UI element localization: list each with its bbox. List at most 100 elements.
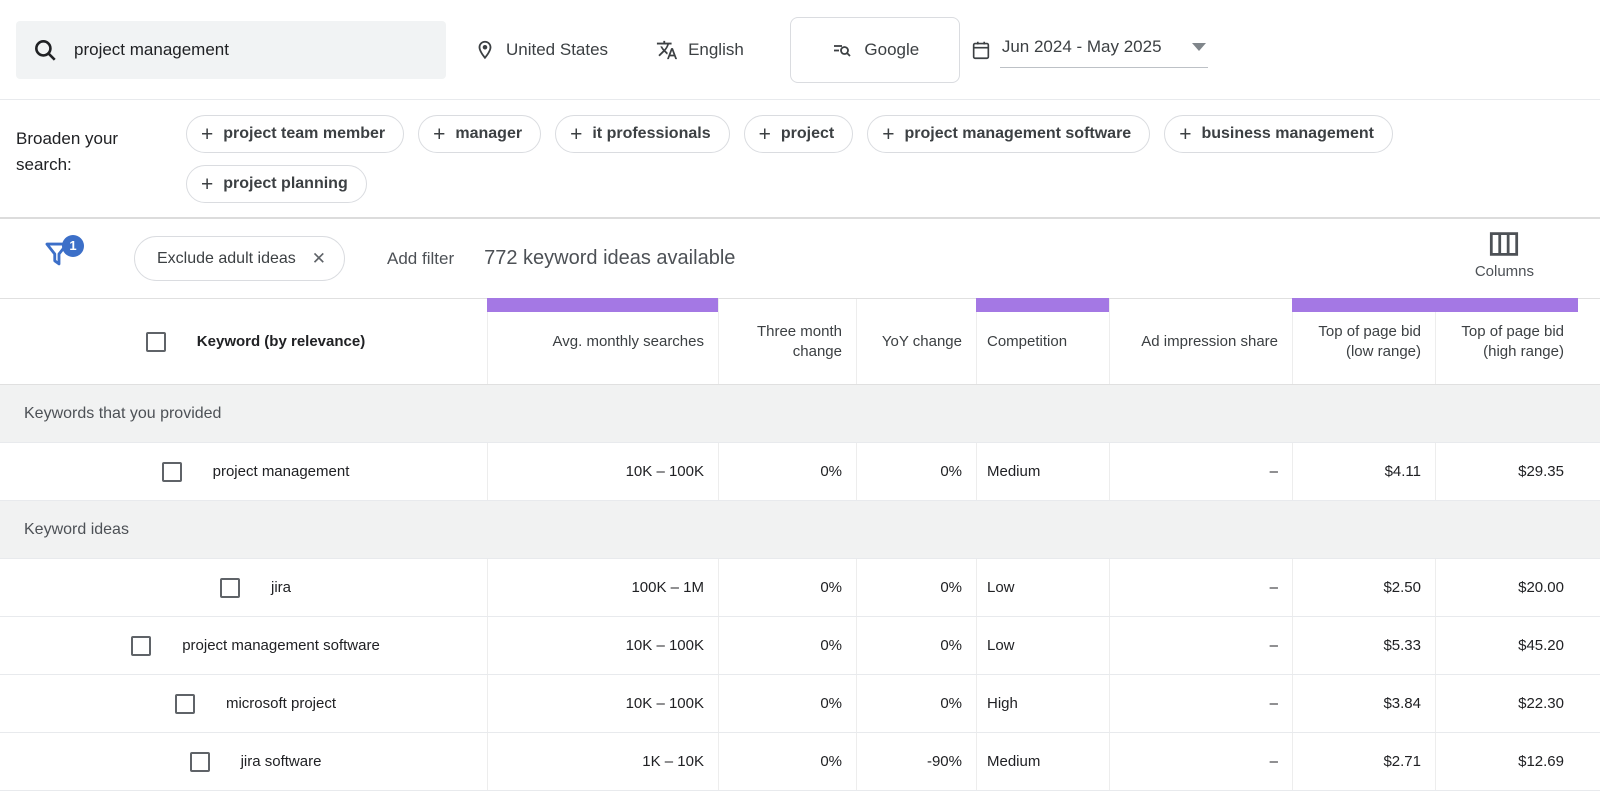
table-row: project management 10K – 100K 0% 0% Medi… [0,443,1600,501]
keyword-cell: project management [0,443,487,500]
top-toolbar: project management United States English [0,0,1600,100]
language-selector[interactable]: English [656,39,744,61]
plus-icon: + [201,124,213,145]
avg-monthly-searches-cell: 10K – 100K [487,675,718,732]
header-competition[interactable]: Competition [976,299,1109,384]
row-checkbox[interactable] [131,636,151,656]
row-checkbox[interactable] [190,752,210,772]
active-filter-chip[interactable]: Exclude adult ideas ✕ [134,236,345,281]
competition-cell: Low [976,559,1109,616]
search-input[interactable]: project management [16,21,446,79]
translate-icon [656,39,688,61]
dropdown-arrow-icon [1192,43,1206,51]
row-checkbox[interactable] [175,694,195,714]
columns-icon [1489,231,1519,257]
broaden-chip-label: manager [455,125,522,143]
yoy-change-cell: 0% [856,443,976,500]
keyword-ideas-count: 772 keyword ideas available [484,247,735,270]
bid-low-cell: $5.33 [1292,617,1435,674]
ad-impression-share-cell: – [1109,617,1292,674]
location-label: United States [506,40,608,60]
competition-cell: Medium [976,443,1109,500]
location-selector[interactable]: United States [474,39,608,61]
bid-low-cell: $4.11 [1292,443,1435,500]
bid-high-cell: $22.30 [1435,675,1578,732]
yoy-change-cell: 0% [856,559,976,616]
bid-high-cell: $20.00 [1435,559,1578,616]
bid-low-cell: $2.71 [1292,733,1435,790]
suggestion-chips: + project team member + manager + it pro… [186,112,1516,203]
three-month-change-cell: 0% [718,443,856,500]
broaden-chip-label: project [781,125,834,143]
add-filter-button[interactable]: Add filter [387,249,454,269]
ad-impression-share-cell: – [1109,733,1292,790]
broaden-chip[interactable]: + it professionals [555,115,730,153]
header-avg-monthly-searches[interactable]: Avg. monthly searches [487,299,718,384]
search-network-icon [830,38,864,62]
broaden-chip[interactable]: + project planning [186,165,367,203]
search-query: project management [74,40,229,60]
broaden-chip[interactable]: + manager [418,115,541,153]
filter-bar: 1 Exclude adult ideas ✕ Add filter 772 k… [0,219,1600,298]
table-header-row: Keyword (by relevance) Avg. monthly sear… [0,298,1600,385]
three-month-change-cell: 0% [718,675,856,732]
header-yoy-change[interactable]: YoY change [856,299,976,384]
three-month-change-cell: 0% [718,733,856,790]
broaden-chip[interactable]: + business management [1164,115,1393,153]
plus-icon: + [201,174,213,195]
broaden-chip[interactable]: + project [744,115,854,153]
row-checkbox[interactable] [162,462,182,482]
keyword-cell: microsoft project [0,675,487,732]
broaden-chip-label: project management software [904,125,1131,143]
table-section-row: Keywords that you provided [0,385,1600,443]
three-month-change-cell: 0% [718,617,856,674]
yoy-change-cell: 0% [856,675,976,732]
keyword-cell: jira software [0,733,487,790]
columns-label: Columns [1475,263,1534,280]
broaden-chip[interactable]: + project management software [867,115,1150,153]
active-filter-label: Exclude adult ideas [157,250,296,268]
header-bid-low[interactable]: Top of page bid (low range) [1292,299,1435,384]
location-pin-icon [474,39,506,61]
close-icon[interactable]: ✕ [312,249,326,269]
select-all-checkbox[interactable] [146,332,166,352]
ad-impression-share-cell: – [1109,443,1292,500]
section-label: Keyword ideas [0,501,1600,558]
header-three-month-change[interactable]: Three month change [718,299,856,384]
header-keyword[interactable]: Keyword (by relevance) [0,299,487,384]
row-checkbox[interactable] [220,578,240,598]
header-bid-high[interactable]: Top of page bid (high range) [1435,299,1578,384]
ad-impression-share-cell: – [1109,675,1292,732]
yoy-change-cell: -90% [856,733,976,790]
keyword-cell: jira [0,559,487,616]
plus-icon: + [570,124,582,145]
broaden-chip[interactable]: + project team member [186,115,404,153]
keyword-text: jira software [241,753,322,770]
plus-icon: + [1179,124,1191,145]
header-ad-impression-share[interactable]: Ad impression share [1109,299,1292,384]
bid-low-cell: $2.50 [1292,559,1435,616]
keyword-text: jira [271,579,291,596]
network-selector[interactable]: Google [790,17,960,83]
avg-monthly-searches-cell: 10K – 100K [487,443,718,500]
competition-cell: Low [976,617,1109,674]
date-range-selector[interactable]: Jun 2024 - May 2025 [970,31,1208,68]
table-row: microsoft project 10K – 100K 0% 0% High … [0,675,1600,733]
broaden-chip-label: business management [1201,125,1374,143]
keywords-table: Keyword (by relevance) Avg. monthly sear… [0,298,1600,791]
competition-cell: High [976,675,1109,732]
table-row: jira software 1K – 10K 0% -90% Medium – … [0,733,1600,791]
filter-button[interactable]: 1 [42,237,78,281]
columns-button[interactable]: Columns [1475,231,1534,280]
bid-high-cell: $29.35 [1435,443,1578,500]
search-icon [32,37,58,63]
keyword-text: project management software [182,637,380,654]
yoy-change-cell: 0% [856,617,976,674]
keyword-text: microsoft project [226,695,336,712]
ad-impression-share-cell: – [1109,559,1292,616]
bid-low-cell: $3.84 [1292,675,1435,732]
bid-high-cell: $12.69 [1435,733,1578,790]
plus-icon: + [759,124,771,145]
date-range-label: Jun 2024 - May 2025 [1002,37,1162,57]
table-row: project management software 10K – 100K 0… [0,617,1600,675]
